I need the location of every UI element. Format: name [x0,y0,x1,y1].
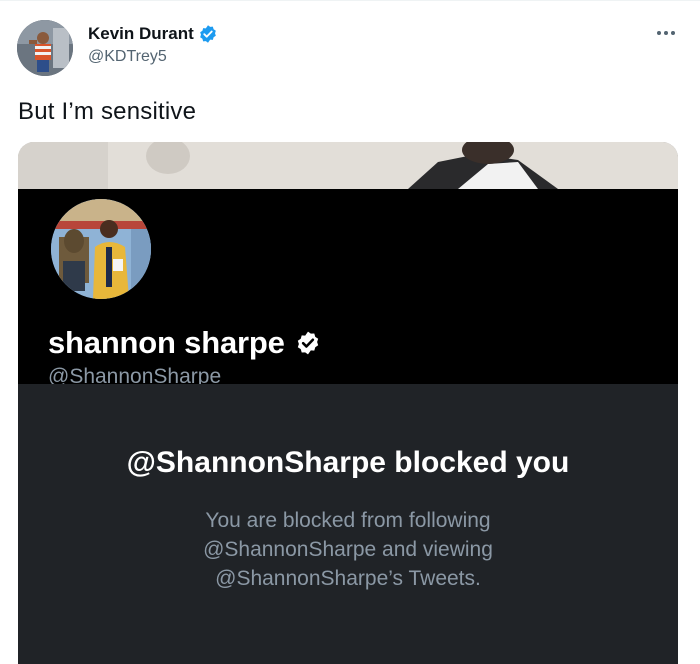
blocked-description-line: You are blocked from following [205,509,491,532]
author-block: Kevin Durant @KDTrey5 [88,22,218,66]
verified-badge-icon [198,24,218,44]
profile-avatar[interactable] [47,195,155,303]
verified-badge-icon [295,330,321,356]
blocked-notice: @ShannonSharpe blocked you You are block… [18,384,678,664]
more-horizontal-icon[interactable] [652,26,680,40]
blocked-description-line: @ShannonSharpe’s Tweets. [215,567,481,590]
blocked-description-line: @ShannonSharpe and viewing [203,538,493,561]
tweet-media[interactable]: shannon sharpe @ShannonSharpe @ShannonSh… [18,142,678,664]
author-name-row: Kevin Durant [88,22,218,46]
profile-header: shannon sharpe @ShannonSharpe [18,189,678,388]
blocked-description: You are blocked from following @ShannonS… [18,506,678,593]
author-name[interactable]: Kevin Durant [88,24,194,44]
author-handle[interactable]: @KDTrey5 [88,48,218,66]
author-avatar[interactable] [17,20,73,76]
profile-name: shannon sharpe [48,325,285,360]
profile-name-row: shannon sharpe [48,325,321,361]
tweet: Kevin Durant @KDTrey5 But I’m sensitive [0,0,700,664]
divider [0,0,700,1]
tweet-text: But I’m sensitive [18,98,197,125]
blocked-title: @ShannonSharpe blocked you [126,446,570,479]
profile-banner-image [18,142,678,189]
